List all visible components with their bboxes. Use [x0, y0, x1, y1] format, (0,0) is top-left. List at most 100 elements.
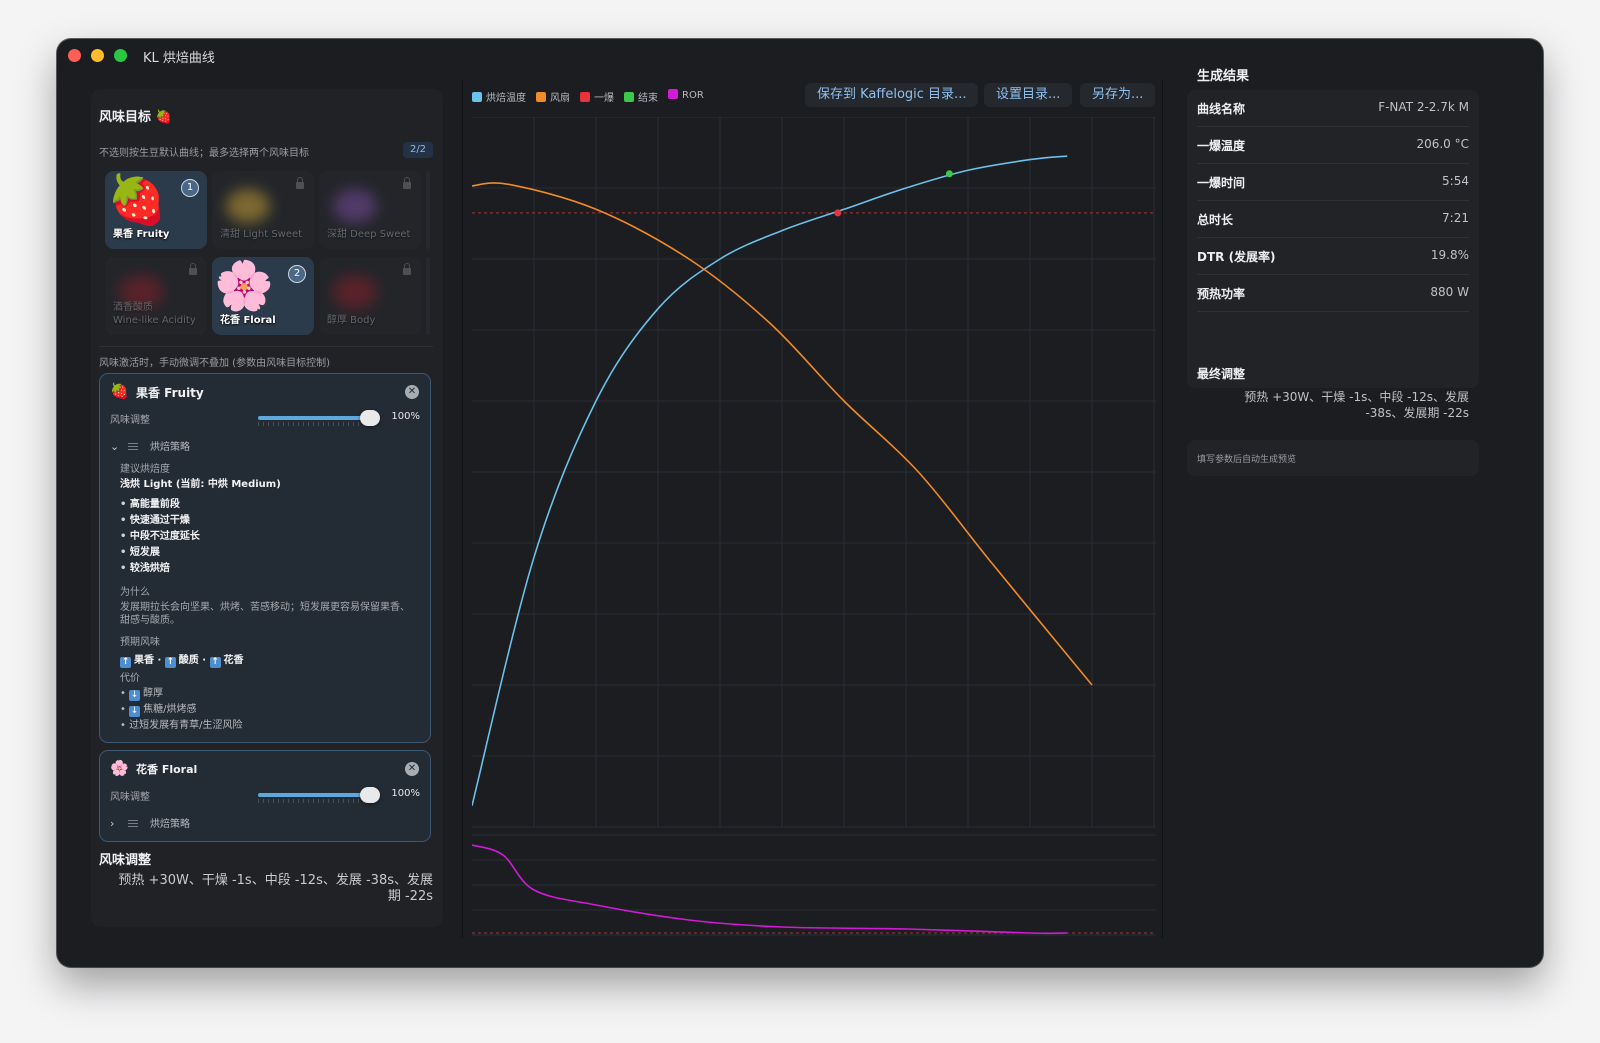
flavor-adjust-title: 风味调整 — [99, 853, 152, 868]
slider-ticks — [258, 422, 370, 426]
title-bar: KL 烘焙曲线 — [57, 39, 1543, 73]
flavor-slider-track[interactable] — [258, 793, 370, 797]
strategy-toggle[interactable]: ⌄ 烘焙策略 — [110, 438, 190, 453]
slider-value: 100% — [391, 788, 420, 799]
flavor-tile-body[interactable]: 醇厚 Body — [319, 257, 421, 335]
legend-item: 风扇 — [536, 89, 570, 104]
cost-list: ↓醇厚 ↓焦糖/烘烤感 过短发展有青草/生涩风险 — [120, 686, 242, 734]
chevron-right-icon: › — [110, 817, 115, 830]
lock-icon — [403, 263, 411, 276]
fruity-card: 🍓 果香 Fruity ✕ 风味调整 100% ⌄ 烘焙策略 建议烘焙度 浅烘 L… — [99, 373, 431, 743]
legend-item: ROR — [668, 89, 704, 104]
final-adjust-value: 预热 +30W、干燥 -1s、中段 -12s、发展 -38s、发展期 -22s — [1244, 390, 1469, 420]
marker-一爆 — [834, 209, 842, 217]
flavor-tile-light-sweet[interactable]: 清甜 Light Sweet — [212, 171, 314, 249]
more-tiles-edge — [426, 171, 430, 249]
legend-swatch — [536, 92, 546, 102]
flavor-adjust-text: 预热 +30W、干燥 -1s、中段 -12s、发展 -38s、发展期 -22s — [118, 873, 433, 904]
flavor-slider-knob[interactable] — [360, 410, 380, 426]
result-row-dtr: DTR (发展率) 19.8% — [1197, 238, 1469, 275]
selection-order-badge: 2 — [288, 265, 306, 283]
remove-flavor-button[interactable]: ✕ — [405, 762, 419, 776]
chevron-down-icon: ⌄ — [110, 440, 120, 453]
lock-icon — [403, 177, 411, 190]
result-card: 曲线名称 F-NAT 2-2.7k M 一爆温度 206.0 °C 一爆时间 5:54… — [1187, 90, 1479, 388]
result-row-fc-time: 一爆时间 5:54 — [1197, 164, 1469, 201]
list-icon — [128, 820, 138, 828]
tile-label: 深甜 Deep Sweet — [327, 229, 411, 240]
tile-label: 清甜 Light Sweet — [220, 229, 303, 240]
flavor-tile-wine-acidity[interactable]: 酒香酸质 Wine-like Acidity — [105, 257, 207, 335]
flavor-tile-deep-sweet[interactable]: 深甜 Deep Sweet — [319, 171, 421, 249]
divider — [99, 346, 433, 347]
legend-swatch — [580, 92, 590, 102]
cherry-blossom-icon: 🌸 — [214, 258, 274, 314]
arrow-up-icon: ↑ — [164, 657, 176, 668]
cost-label: 代价 — [120, 673, 140, 684]
set-directory-button[interactable]: 设置目录... — [984, 83, 1073, 107]
flavor-slider-knob[interactable] — [360, 787, 380, 803]
strategy-bullets: 高能量前段 快速通过干燥 中段不过度延长 短发展 较浅烘焙 — [120, 497, 200, 577]
legend-swatch — [624, 92, 634, 102]
marker-结束 — [945, 170, 953, 178]
legend-swatch — [472, 92, 482, 102]
flavor-target-title: 风味目标 🍓 — [99, 110, 172, 125]
berry-icon — [333, 275, 377, 309]
result-row-curve-name: 曲线名称 F-NAT 2-2.7k M — [1197, 90, 1469, 127]
divider-left — [462, 80, 463, 938]
slider-label: 风味调整 — [110, 792, 150, 803]
arrow-down-icon: ↓ — [129, 706, 141, 717]
why-label: 为什么 — [120, 587, 150, 598]
slider-value: 100% — [391, 411, 420, 422]
arrow-up-icon: ↑ — [120, 657, 131, 668]
result-row-total-time: 总时长 7:21 — [1197, 201, 1469, 238]
divider-right — [1162, 80, 1163, 938]
series-line-烘焙温度 — [472, 155, 1068, 806]
selection-order-badge: 1 — [181, 179, 199, 197]
zoom-window-button[interactable] — [114, 49, 127, 62]
strawberry-icon: 🍓 — [110, 382, 129, 400]
arrow-up-icon: ↑ — [209, 657, 221, 668]
expected-flavors: ↑ 果香 · ↑ 酸质 · ↑ 花香 — [120, 655, 244, 668]
strawberry-icon: 🍓 — [155, 110, 172, 125]
slider-label: 风味调整 — [110, 415, 150, 426]
active-flavor-hint: 风味激活时，手动微调不叠加 (参数由风味目标控制) — [99, 358, 330, 369]
suggest-label: 建议烘焙度 — [120, 464, 170, 475]
why-text: 发展期拉长会向坚果、烘烤、苦感移动；短发展更容易保留果香、甜感与酸质。 — [120, 602, 410, 626]
legend-item: 一爆 — [580, 89, 614, 104]
result-row-fc-temp: 一爆温度 206.0 °C — [1197, 127, 1469, 164]
strategy-toggle[interactable]: › 烘焙策略 — [110, 815, 190, 830]
tile-label: 醇厚 Body — [327, 315, 376, 326]
final-adjust-label: 最终调整 — [1197, 367, 1246, 381]
close-window-button[interactable] — [68, 49, 81, 62]
flavor-tile-floral[interactable]: 🌸 2 花香 Floral — [212, 257, 314, 335]
window-title: KL 烘焙曲线 — [143, 51, 215, 66]
cherry-blossom-icon: 🌸 — [110, 759, 129, 777]
card-title: 花香 Floral — [136, 763, 198, 776]
list-icon — [128, 443, 138, 451]
result-row-preheat: 预热功率 880 W — [1197, 275, 1469, 312]
minimize-window-button[interactable] — [91, 49, 104, 62]
lock-icon — [296, 177, 304, 190]
tile-label: 酒香酸质 Wine-like Acidity — [113, 302, 196, 326]
legend-item: 烘焙温度 — [472, 89, 526, 104]
preview-note: 填写参数后自动生成预览 — [1187, 440, 1479, 476]
save-kaffelogic-button[interactable]: 保存到 Kaffelogic 目录... — [805, 83, 979, 107]
card-title: 果香 Fruity — [136, 386, 204, 400]
legend-item: 结束 — [624, 89, 658, 104]
flavor-tile-fruity[interactable]: 🍓 1 果香 Fruity — [105, 171, 207, 249]
lock-icon — [189, 263, 197, 276]
strawberry-icon: 🍓 — [107, 172, 167, 228]
roast-chart — [472, 117, 1156, 936]
remove-flavor-button[interactable]: ✕ — [405, 385, 419, 399]
honey-icon — [226, 189, 270, 223]
flavor-hint: 不选则按生豆默认曲线；最多选择两个风味目标 — [99, 148, 309, 159]
slider-ticks — [258, 799, 370, 803]
floral-card: 🌸 花香 Floral ✕ 风味调整 100% › 烘焙策略 — [99, 750, 431, 842]
more-tiles-edge — [426, 257, 430, 335]
legend-swatch — [668, 89, 678, 99]
tile-label: 花香 Floral — [220, 315, 276, 326]
save-as-button[interactable]: 另存为... — [1080, 83, 1156, 107]
result-title: 生成结果 — [1197, 69, 1250, 84]
flavor-slider-track[interactable] — [258, 416, 370, 420]
